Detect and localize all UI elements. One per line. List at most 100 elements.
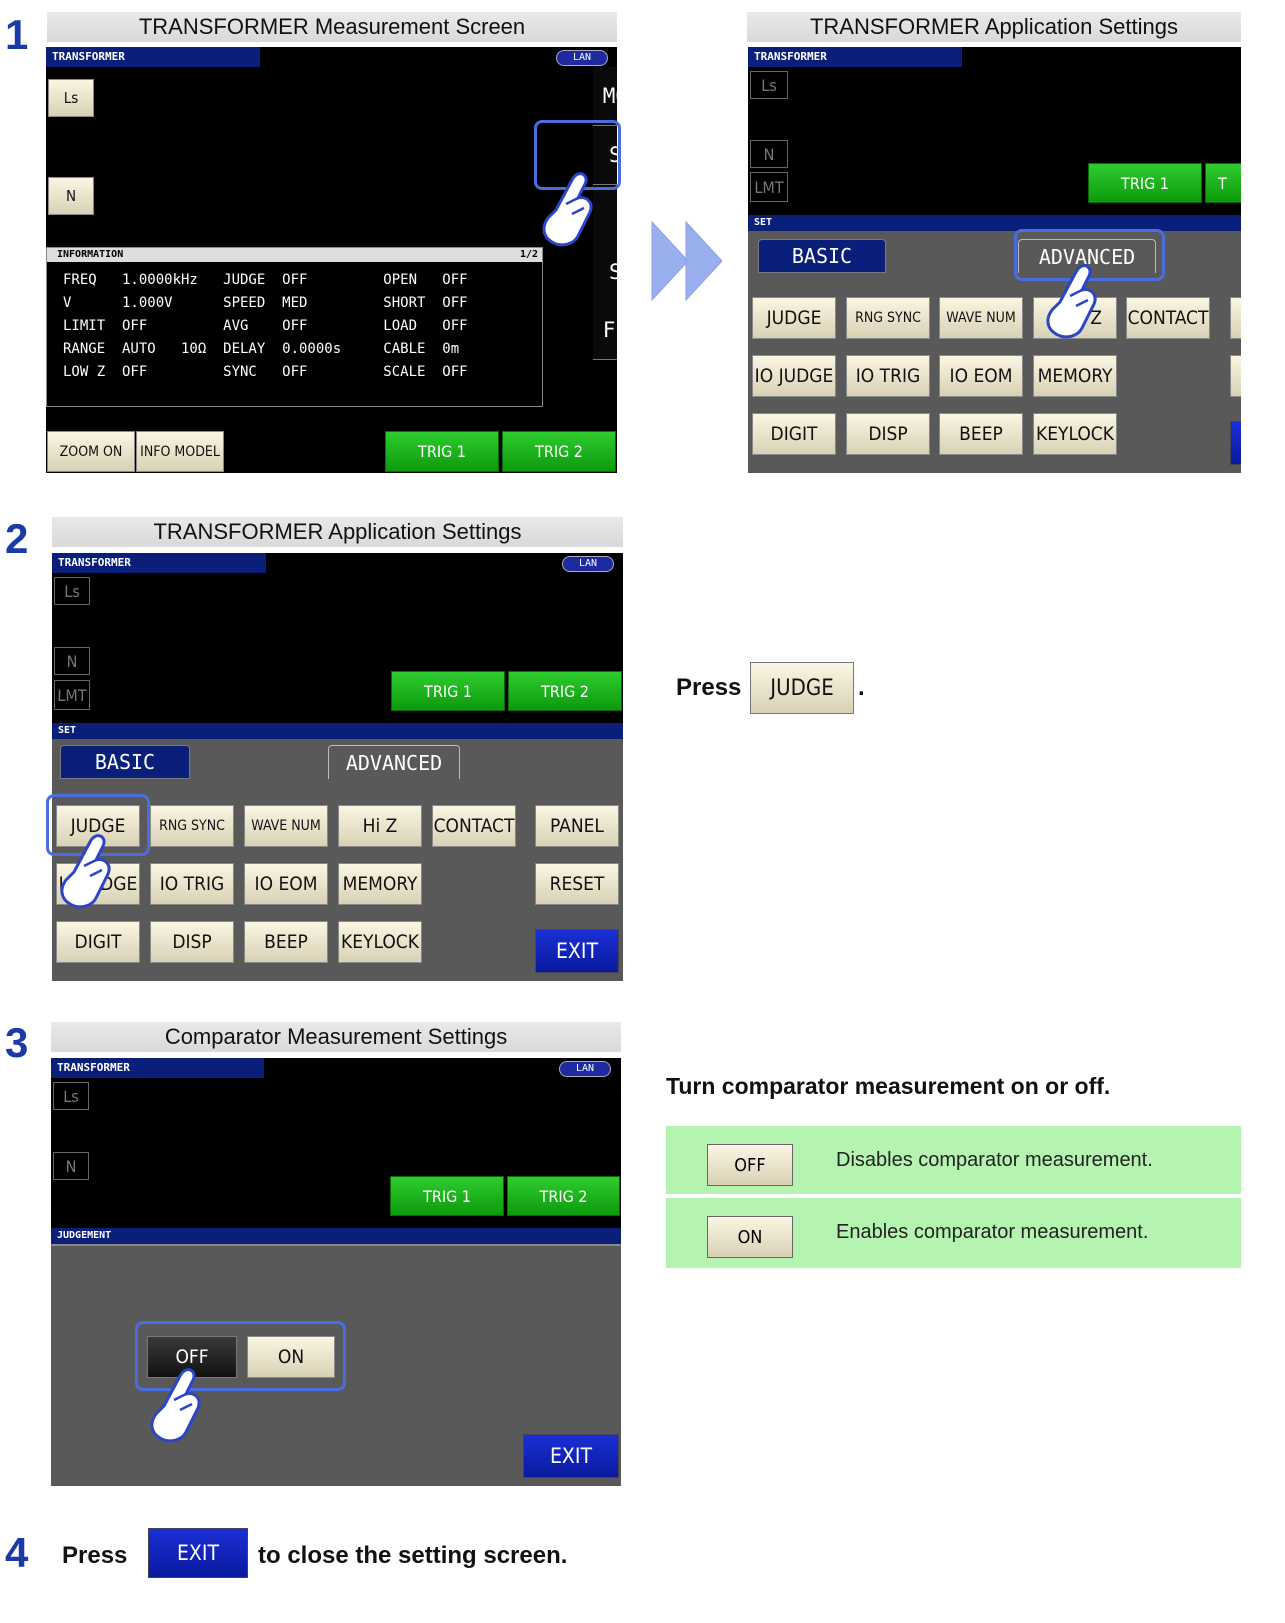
screen-title: TRANSFORMER [46, 47, 260, 67]
ls-button: Ls [750, 71, 788, 99]
lan-indicator: LAN [556, 50, 608, 66]
application-settings-screen-preview: TRANSFORMER Ls N LMT TRIG 1 T SET BASIC … [748, 47, 1241, 473]
next-arrow-icon [651, 220, 723, 302]
settings-panel: BASIC ADVANCED JUDGE RNG SYNC WAVE NUM H… [52, 739, 623, 981]
trig-2-button[interactable]: TRIG 2 [507, 1176, 620, 1216]
comparator-settings-screen: TRANSFORMER LAN Ls N TRIG 1 TRIG 2 JUDGE… [51, 1058, 621, 1486]
reset-button[interactable] [1230, 355, 1241, 397]
caption-measurement-screen: TRANSFORMER Measurement Screen [47, 12, 617, 42]
caption-application-settings: TRANSFORMER Application Settings [52, 517, 623, 547]
exit-button[interactable]: EXIT [523, 1434, 619, 1478]
info-row: RANGE AUTO 10Ω DELAY 0.0000s CABLE 0m [63, 341, 460, 357]
judgement-bar: JUDGEMENT [51, 1228, 621, 1244]
beep-button[interactable]: BEEP [244, 921, 328, 963]
info-row: V 1.000V SPEED MED SHORT OFF [63, 295, 468, 311]
step-number-1: 1 [5, 11, 29, 58]
ls-button: Ls [54, 577, 90, 605]
trig-2-button[interactable]: TRIG 2 [502, 431, 616, 472]
memory-button[interactable]: MEMORY [338, 863, 422, 905]
trig-1-button[interactable]: TRIG 1 [1088, 163, 1202, 203]
hi-z-button[interactable]: Hi Z [338, 805, 422, 847]
on-option-row: ON Enables comparator measurement. [666, 1198, 1241, 1268]
n-button: N [750, 140, 788, 168]
information-title: INFORMATION [57, 249, 124, 260]
trig-2-button[interactable]: TRIG 2 [508, 671, 622, 711]
on-option-description: Enables comparator measurement. [836, 1221, 1149, 1243]
step-number-4: 4 [5, 1529, 29, 1576]
file-button[interactable]: FILE [593, 301, 617, 360]
io-eom-button[interactable]: IO EOM [244, 863, 328, 905]
hand-pointer-icon [542, 172, 593, 247]
press-label-step4: Press [62, 1542, 128, 1569]
digit-button[interactable]: DIGIT [752, 413, 836, 455]
lan-indicator: LAN [562, 556, 614, 572]
digit-button[interactable]: DIGIT [56, 921, 140, 963]
hand-pointer-icon [1046, 264, 1097, 339]
exit-button[interactable] [1230, 421, 1241, 465]
trig-2-button[interactable]: T [1205, 163, 1241, 203]
n-button: N [53, 1152, 89, 1180]
information-panel: INFORMATION 1/2 FREQ 1.0000kHz JUDGE OFF … [46, 247, 543, 407]
trig-1-button[interactable]: TRIG 1 [391, 671, 505, 711]
hand-pointer-icon [60, 834, 111, 909]
zoom-on-button[interactable]: ZOOM ON [47, 431, 135, 472]
io-eom-button[interactable]: IO EOM [939, 355, 1023, 397]
rng-sync-button[interactable]: RNG SYNC [150, 805, 234, 847]
screen-title: TRANSFORMER [748, 47, 962, 67]
panel-button[interactable]: PANEL [535, 805, 619, 847]
comparator-instruction: Turn comparator measurement on or off. [666, 1073, 1111, 1099]
info-model-button[interactable]: INFO MODEL [136, 431, 224, 472]
trig-1-button[interactable]: TRIG 1 [390, 1176, 504, 1216]
contact-button[interactable]: CONTACT [432, 805, 516, 847]
contact-button[interactable]: CONTACT [1126, 297, 1210, 339]
press-label: Press [676, 674, 742, 701]
caption-comparator-settings: Comparator Measurement Settings [51, 1022, 621, 1052]
exit-button[interactable]: EXIT [535, 929, 619, 973]
panel-button[interactable] [1230, 297, 1241, 339]
step-number-3: 3 [5, 1019, 29, 1066]
close-instruction: to close the setting screen. [258, 1542, 568, 1569]
ls-button: Ls [53, 1082, 89, 1110]
info-row: LOW Z OFF SYNC OFF SCALE OFF [63, 364, 468, 380]
exit-inline-button: EXIT [148, 1528, 248, 1578]
off-option-button: OFF [707, 1144, 793, 1186]
set-bar: SET [748, 215, 1241, 231]
tab-advanced[interactable]: ADVANCED [328, 745, 460, 779]
io-judge-button[interactable]: IO JUDGE [752, 355, 836, 397]
hand-pointer-icon [150, 1368, 201, 1443]
io-trig-button[interactable]: IO TRIG [846, 355, 930, 397]
wave-num-button[interactable]: WAVE NUM [939, 297, 1023, 339]
ls-button[interactable]: Ls [48, 79, 94, 117]
measurement-screen: TRANSFORMER LAN Ls N MODE SET SYS FILE I… [46, 47, 617, 473]
reset-button[interactable]: RESET [535, 863, 619, 905]
rng-sync-button[interactable]: RNG SYNC [846, 297, 930, 339]
on-option-button: ON [707, 1216, 793, 1258]
keylock-button[interactable]: KEYLOCK [338, 921, 422, 963]
keylock-button[interactable]: KEYLOCK [1033, 413, 1117, 455]
off-option-description: Disables comparator measurement. [836, 1149, 1153, 1171]
lan-indicator: LAN [559, 1061, 611, 1077]
wave-num-button[interactable]: WAVE NUM [244, 805, 328, 847]
io-trig-button[interactable]: IO TRIG [150, 863, 234, 905]
info-row: LIMIT OFF AVG OFF LOAD OFF [63, 318, 468, 334]
info-row: FREQ 1.0000kHz JUDGE OFF OPEN OFF [63, 272, 468, 288]
off-option-row: OFF Disables comparator measurement. [666, 1126, 1241, 1194]
n-button[interactable]: N [48, 177, 94, 215]
settings-panel: BASIC ADVANCED JUDGE RNG SYNC WAVE NUM Z… [748, 231, 1241, 473]
period-label: . [858, 674, 865, 701]
lmt-button: LMT [750, 172, 788, 202]
application-settings-screen: TRANSFORMER LAN Ls N LMT TRIG 1 TRIG 2 S… [52, 553, 623, 981]
tab-basic[interactable]: BASIC [758, 239, 886, 273]
mode-button[interactable]: MODE [593, 67, 617, 126]
beep-button[interactable]: BEEP [939, 413, 1023, 455]
caption-application-settings-right: TRANSFORMER Application Settings [747, 12, 1241, 42]
screen-title: TRANSFORMER [51, 1058, 264, 1078]
disp-button[interactable]: DISP [846, 413, 930, 455]
disp-button[interactable]: DISP [150, 921, 234, 963]
judge-button[interactable]: JUDGE [752, 297, 836, 339]
n-button: N [54, 647, 90, 675]
tab-basic[interactable]: BASIC [60, 745, 190, 779]
memory-button[interactable]: MEMORY [1033, 355, 1117, 397]
trig-1-button[interactable]: TRIG 1 [385, 431, 499, 472]
set-bar: SET [52, 723, 623, 739]
